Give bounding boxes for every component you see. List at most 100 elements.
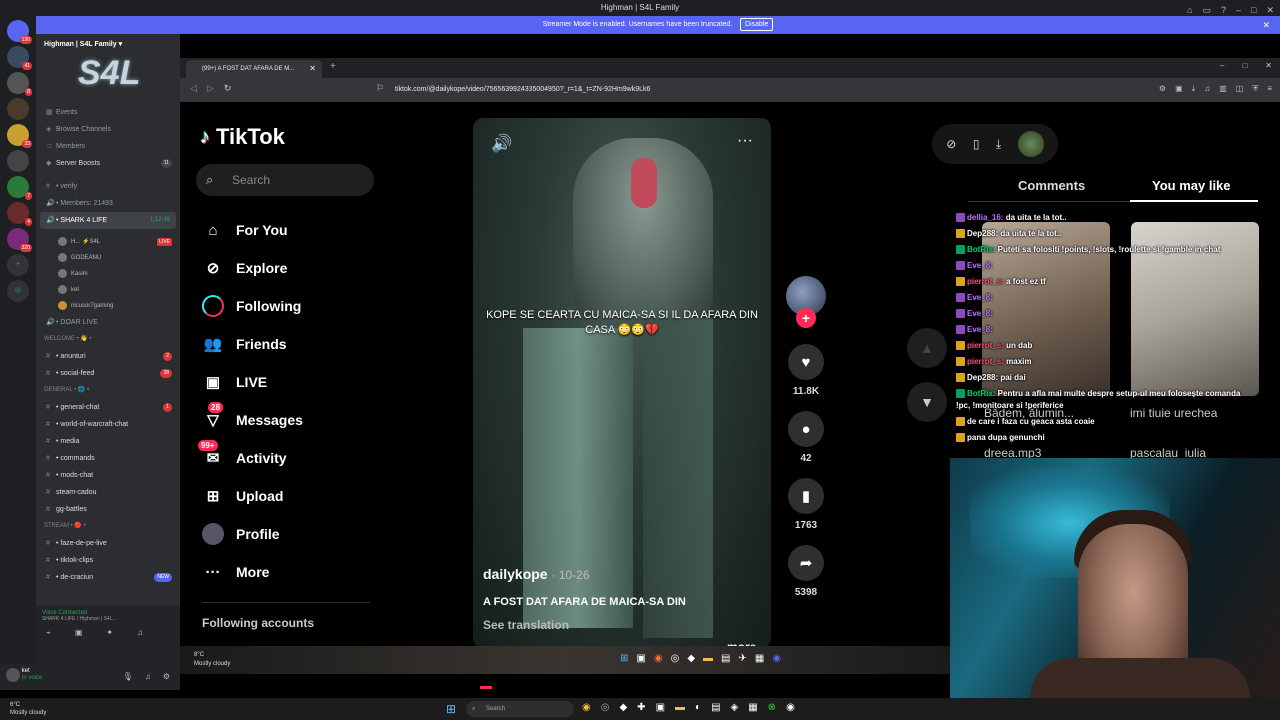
app-icon[interactable]: ◆	[687, 653, 695, 664]
channel-faze[interactable]: # • faze-de-pe-live	[36, 535, 180, 552]
nav-messages[interactable]: ▽ 28 Messages	[202, 402, 303, 432]
folder-icon[interactable]: ▬	[703, 653, 713, 664]
video-icon[interactable]: ▣	[75, 628, 83, 637]
volume-icon[interactable]: 🔊	[491, 134, 512, 154]
search-input[interactable]: ⌕ Search	[196, 164, 374, 196]
nav-profile[interactable]: Profile	[202, 522, 280, 546]
download-icon[interactable]: ⤓	[1192, 84, 1196, 94]
see-translation-link[interactable]: See translation	[483, 618, 569, 632]
app-icon[interactable]: ◉	[786, 702, 795, 713]
server-icon[interactable]: 7	[7, 176, 32, 200]
url-field[interactable]: tiktok.com/@dailykope/video/756563992433…	[395, 82, 995, 98]
wallet-icon[interactable]: ◫	[1236, 84, 1244, 94]
follow-plus-icon[interactable]: +	[796, 308, 816, 328]
user-panel[interactable]: ket In voice 🎙 ♫ ⚙	[0, 664, 180, 690]
server-icon[interactable]: 4	[7, 202, 32, 226]
windows-icon[interactable]: ⊞	[620, 653, 628, 664]
nav-upload[interactable]: ⊞ Upload	[202, 484, 284, 508]
close-banner-icon[interactable]: ✕	[1262, 16, 1270, 34]
browse-channels-link[interactable]: ◈ Browse Channels	[36, 121, 180, 138]
like-button[interactable]: ♥ 11.8K	[782, 344, 830, 397]
voice-channel-shark[interactable]: 🔊• SHARK 4 LIFE 1:12:49	[40, 212, 176, 229]
author-avatar[interactable]: +	[782, 276, 830, 328]
forward-icon[interactable]: ▷	[207, 83, 214, 94]
voice-user[interactable]: Kasim	[36, 266, 180, 282]
server-icon[interactable]: 320	[7, 228, 32, 252]
server-header[interactable]: Highman | S4L Family ▾ S4L	[36, 34, 180, 104]
comment-button[interactable]: ● 42	[782, 411, 830, 464]
avatar[interactable]	[6, 668, 20, 682]
channel-wow-chat[interactable]: # • world-of-warcraft-chat	[36, 416, 180, 433]
new-tab-icon[interactable]: +	[330, 61, 336, 72]
server-icon[interactable]: 8	[7, 72, 32, 96]
app-icon[interactable]: ◐	[695, 702, 701, 713]
mic-icon[interactable]: 🎙	[123, 672, 133, 681]
app-icon[interactable]: ▣	[636, 653, 645, 664]
channel-mods-chat[interactable]: # • mods-chat	[36, 467, 180, 484]
app-icon[interactable]: ▣	[656, 702, 665, 713]
share-button[interactable]: ➦ 5398	[782, 545, 830, 598]
nav-for-you[interactable]: ⌂ For You	[202, 218, 287, 242]
settings-icon[interactable]: ⚙	[163, 672, 170, 681]
taskbar-search[interactable]: ⌕ Search	[466, 701, 574, 717]
steam-icon[interactable]: ◎	[601, 702, 610, 713]
app-icon[interactable]: ◈	[731, 702, 739, 713]
next-video-button[interactable]: ▼	[907, 382, 947, 422]
channel-gg-battles[interactable]: # gg-battles	[36, 501, 180, 518]
discover-icon[interactable]: ◎	[7, 280, 29, 302]
app-icon[interactable]: ✚	[637, 702, 645, 713]
save-button[interactable]: ▮ 1763	[782, 478, 830, 531]
previous-video-button[interactable]: ▲	[907, 328, 947, 368]
channel-members-count[interactable]: 🔊• Members: 21493	[36, 195, 180, 212]
channel-steam-cadou[interactable]: # steam-cadou	[36, 484, 180, 501]
server-icon[interactable]: 33	[7, 124, 32, 148]
channel-social-feed[interactable]: # • social-feed 38	[36, 365, 180, 382]
app-icon[interactable]: ▦	[755, 653, 764, 664]
app-icon[interactable]: ◆	[619, 702, 627, 713]
server-icon[interactable]	[7, 98, 29, 120]
reload-icon[interactable]: ↻	[224, 83, 232, 94]
server-icon[interactable]: 41	[7, 46, 32, 70]
windows-start-icon[interactable]: ⊞	[446, 702, 456, 716]
close-icon[interactable]: ✕	[1265, 61, 1272, 70]
disable-streamer-button[interactable]: Disable	[740, 18, 774, 31]
minimize-icon[interactable]: –	[1220, 61, 1224, 70]
activity-icon[interactable]: ✦	[106, 628, 113, 637]
app-icon[interactable]: ▤	[711, 702, 720, 713]
channel-anunturi[interactable]: # • anunturi 2	[36, 348, 180, 365]
voice-user[interactable]: ket	[36, 282, 180, 298]
tiktok-logo[interactable]: ♪ TikTok	[200, 124, 285, 150]
nav-activity[interactable]: ✉ 99+ Activity	[198, 440, 287, 470]
music-icon[interactable]: ♫	[1204, 84, 1210, 94]
home-server-icon[interactable]: 130	[7, 20, 32, 44]
avatar[interactable]	[1017, 131, 1044, 157]
browser-icon[interactable]: ◉	[654, 653, 663, 664]
discord-icon[interactable]: ◉	[772, 653, 781, 664]
weather-widget[interactable]: 8°C Mostly cloudy	[194, 651, 230, 669]
xbox-icon[interactable]: ⊗	[768, 702, 776, 713]
noise-suppress-icon[interactable]: ⌁	[46, 628, 51, 637]
voice-user[interactable]: H... ⚡S4L LIVE	[36, 234, 180, 250]
headphones-icon[interactable]: ♫	[145, 672, 151, 681]
sidebar-icon[interactable]: ▥	[1219, 84, 1227, 94]
phone-icon[interactable]: ▯	[973, 137, 980, 151]
nav-explore[interactable]: ⊘ Explore	[202, 256, 288, 280]
nav-live[interactable]: ▣ LIVE	[202, 370, 267, 394]
screenshot-icon[interactable]: ▣	[1175, 84, 1183, 94]
voice-channel-doar-live[interactable]: 🔊• DOAR LIVE	[36, 314, 180, 331]
video-player[interactable]: 🔊 ··· KOPE SE CEARTA CU MAICA-SA SI IL D…	[473, 118, 771, 648]
vpn-icon[interactable]: ⛨	[1252, 84, 1258, 94]
weather-widget[interactable]: 6°C Mostly cloudy	[10, 701, 46, 717]
channel-media[interactable]: # • media	[36, 433, 180, 450]
back-icon[interactable]: ◁	[190, 83, 197, 94]
folder-icon[interactable]: ▬	[675, 702, 685, 713]
nav-more[interactable]: ··· More	[202, 560, 270, 584]
category-welcome[interactable]: WELCOME • 👋 •	[36, 331, 180, 348]
channel-de-craciun[interactable]: # • de-craciun NEW	[36, 569, 180, 586]
tab-comments[interactable]: Comments	[1018, 178, 1085, 193]
app-icon[interactable]: ▤	[721, 653, 730, 664]
soundboard-icon[interactable]: ♫	[137, 628, 143, 637]
app-icon[interactable]: ✈	[738, 653, 746, 664]
category-general[interactable]: GENERAL • 🌐 •	[36, 382, 180, 399]
members-link[interactable]: ☺ Members	[36, 138, 180, 155]
